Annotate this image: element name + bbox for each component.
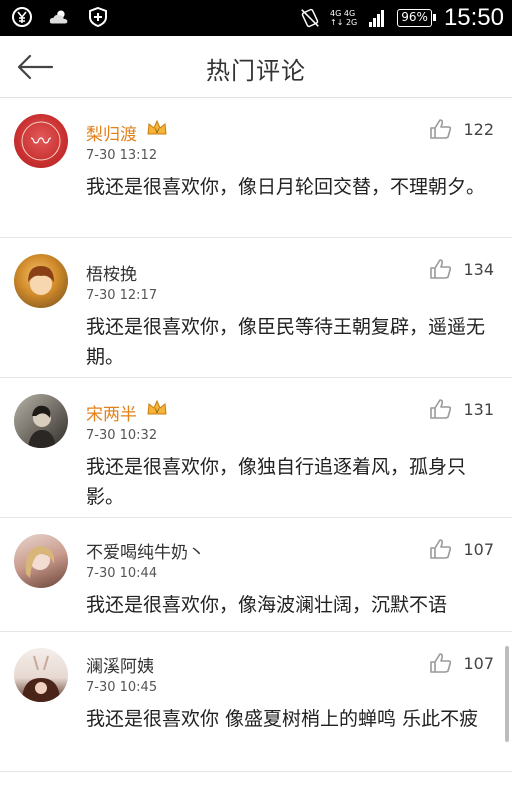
clock: 15:50: [443, 4, 504, 31]
username[interactable]: 梨归渡: [86, 120, 137, 145]
no-sim-icon: [298, 6, 322, 30]
like-count: 134: [463, 259, 494, 279]
battery-indicator: 96%: [397, 9, 436, 27]
signal-icon: [365, 6, 389, 30]
like-count: 107: [463, 653, 494, 673]
username[interactable]: 澜溪阿姨: [86, 652, 154, 677]
yen-shield-icon: [10, 5, 34, 29]
svg-text:〰: 〰: [31, 129, 51, 153]
like-button[interactable]: 122: [429, 118, 494, 140]
network-bottom: ↑↓ 2G: [330, 18, 358, 27]
comment-item: 不爱喝纯牛奶丶 7-30 10:44 我还是很喜欢你，像海波澜壮阔，沉默不语 1…: [0, 518, 512, 632]
avatar[interactable]: [14, 534, 68, 588]
like-button[interactable]: 107: [429, 538, 494, 560]
comment-time: 7-30 12:17: [86, 288, 158, 303]
page-title: 热门评论: [206, 57, 306, 85]
scrollbar[interactable]: [505, 646, 509, 742]
network-indicator: 4G 4G ↑↓ 2G: [330, 9, 357, 27]
avatar[interactable]: 〰: [14, 114, 68, 168]
weather-icon: [48, 5, 72, 29]
comment-item: 〰 梨归渡 V 7-30 13:12 我还是很喜欢你，像日月轮回交替，不理朝夕。…: [0, 98, 512, 238]
status-bar: 4G 4G ↑↓ 2G 96% 15:50: [0, 0, 512, 36]
like-button[interactable]: 131: [429, 398, 494, 420]
thumbs-up-icon: [430, 539, 452, 559]
status-right: 4G 4G ↑↓ 2G 96% 15:50: [298, 3, 504, 33]
thumbs-up-icon: [430, 653, 452, 673]
avatar[interactable]: [14, 394, 68, 448]
username[interactable]: 宋两半: [86, 400, 137, 425]
vip-crown-icon: V: [146, 118, 167, 138]
shield-icon: [86, 5, 110, 29]
avatar[interactable]: [14, 254, 68, 308]
like-count: 107: [463, 539, 494, 559]
comment-item: 澜溪阿姨 7-30 10:45 我还是很喜欢你 像盛夏树梢上的蝉鸣 乐此不疲 1…: [0, 632, 512, 772]
comment-text: 我还是很喜欢你，像臣民等待王朝复辟，遥遥无期。: [86, 316, 486, 368]
comment-list[interactable]: 〰 梨归渡 V 7-30 13:12 我还是很喜欢你，像日月轮回交替，不理朝夕。…: [0, 98, 512, 786]
nav-bar: 热门评论: [0, 36, 512, 98]
like-count: 131: [463, 399, 494, 419]
username[interactable]: 不爱喝纯牛奶丶: [86, 538, 205, 563]
comment-text: 我还是很喜欢你，像独自行追逐着风，孤身只影。: [86, 456, 467, 508]
comment-time: 7-30 13:12: [86, 148, 158, 163]
network-top: 4G 4G: [330, 9, 356, 18]
thumbs-up-icon: [430, 119, 452, 139]
comment-text: 我还是很喜欢你，像日月轮回交替，不理朝夕。: [86, 176, 486, 198]
comment-time: 7-30 10:45: [86, 680, 158, 695]
comment-item: 梧桉挽 7-30 12:17 我还是很喜欢你，像臣民等待王朝复辟，遥遥无期。 1…: [0, 238, 512, 378]
username[interactable]: 梧桉挽: [86, 260, 137, 285]
thumbs-up-icon: [430, 259, 452, 279]
comment-text: 我还是很喜欢你，像海波澜壮阔，沉默不语: [86, 594, 448, 616]
like-button[interactable]: 134: [429, 258, 494, 280]
thumbs-up-icon: [430, 399, 452, 419]
like-count: 122: [463, 119, 494, 139]
like-button[interactable]: 107: [429, 652, 494, 674]
comment-text: 我还是很喜欢你 像盛夏树梢上的蝉鸣 乐此不疲: [86, 708, 479, 730]
status-left-icons: [10, 5, 110, 29]
comment-time: 7-30 10:32: [86, 428, 158, 443]
comment-time: 7-30 10:44: [86, 566, 158, 581]
vip-crown-icon: V: [146, 398, 167, 418]
comment-item: 宋两半 V 7-30 10:32 我还是很喜欢你，像独自行追逐着风，孤身只影。 …: [0, 378, 512, 518]
avatar[interactable]: [14, 648, 68, 702]
